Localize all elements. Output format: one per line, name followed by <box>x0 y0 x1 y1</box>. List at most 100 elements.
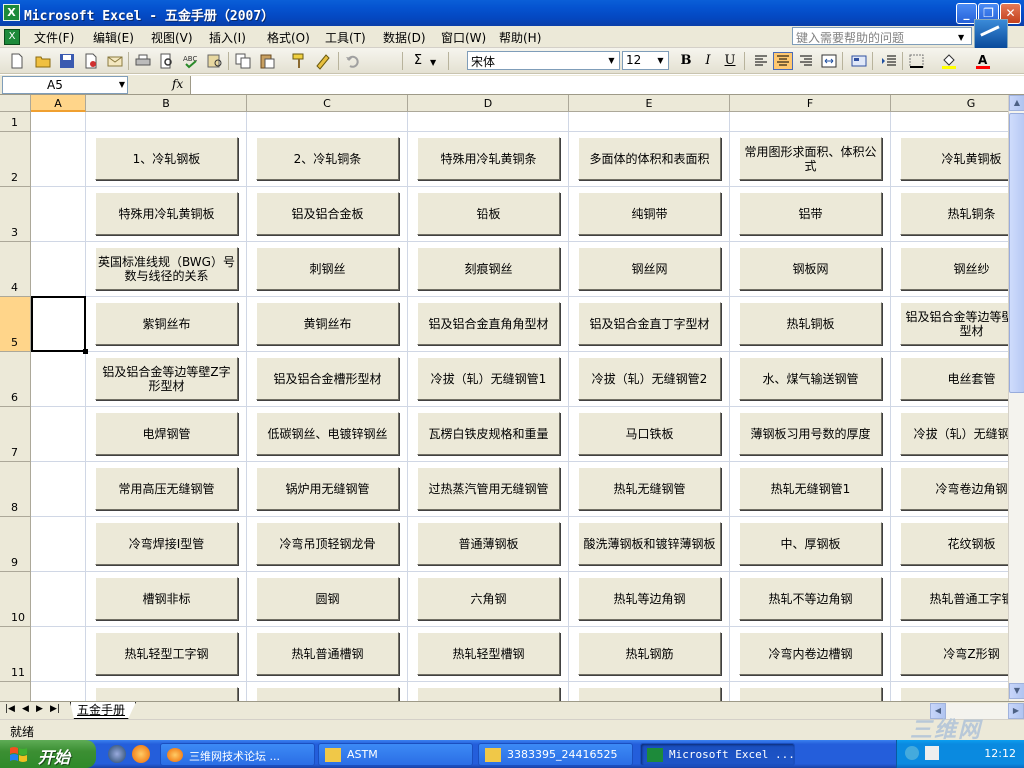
sheet-button[interactable]: 锅炉用无缝钢管 <box>256 467 399 510</box>
sheet-button-partial[interactable] <box>256 687 399 701</box>
sheet-button[interactable]: 热轧普通槽钢 <box>256 632 399 675</box>
formula-input[interactable] <box>190 76 1024 94</box>
row-header-9[interactable]: 9 <box>0 517 31 572</box>
column-header-e[interactable]: E <box>569 95 730 112</box>
menu-data[interactable]: 数据(D) <box>383 29 426 46</box>
sheet-button[interactable]: 圆钢 <box>256 577 399 620</box>
column-header-g[interactable]: G <box>891 95 1008 112</box>
font-name-combo[interactable]: 宋体 ▼ <box>467 51 620 70</box>
sheet-button[interactable]: 冷弯卷边角钢 <box>900 467 1008 510</box>
copy-icon[interactable] <box>234 52 252 70</box>
sheet-button[interactable]: 2、冷轧铜条 <box>256 137 399 180</box>
sheet-button[interactable]: 马口铁板 <box>578 412 721 455</box>
task-forum-browser[interactable]: 三维网技术论坛 ... <box>160 743 315 766</box>
autosum-dropdown-icon[interactable]: ▼ <box>430 58 436 67</box>
sheet-button[interactable]: 电焊钢管 <box>95 412 238 455</box>
sheet-button[interactable]: 冷拔（轧）无缝钢管3 <box>900 412 1008 455</box>
undo-icon[interactable] <box>344 52 362 70</box>
sheet-button[interactable]: 冷弯焊接I型管 <box>95 522 238 565</box>
sheet-button[interactable]: 冷拔（轧）无缝钢管2 <box>578 357 721 400</box>
sheet-button[interactable]: 钢丝纱 <box>900 247 1008 290</box>
column-header-f[interactable]: F <box>730 95 891 112</box>
menu-view[interactable]: 视图(V) <box>151 29 193 46</box>
menu-tools[interactable]: 工具(T) <box>325 29 366 46</box>
sheet-button[interactable]: 热轧无缝钢管 <box>578 467 721 510</box>
sheet-button[interactable]: 热轧轻型工字钢 <box>95 632 238 675</box>
row-header-7[interactable]: 7 <box>0 407 31 462</box>
column-header-c[interactable]: C <box>247 95 408 112</box>
menu-insert[interactable]: 插入(I) <box>209 29 246 46</box>
borders-icon[interactable] <box>908 52 926 70</box>
scroll-down-icon[interactable]: ▼ <box>1009 683 1024 699</box>
sheet-button[interactable]: 花纹钢板 <box>900 522 1008 565</box>
sheet-tab-active[interactable]: 五金手册 <box>70 702 137 719</box>
prev-sheet-icon[interactable]: ◀ <box>22 704 29 714</box>
open-icon[interactable] <box>34 52 52 70</box>
workbook-control-icon[interactable]: X <box>4 29 20 45</box>
align-left-icon[interactable] <box>752 52 770 70</box>
merge-center-icon[interactable] <box>820 52 838 70</box>
task-excel[interactable]: Microsoft Excel ... <box>640 743 795 766</box>
sheet-button[interactable]: 低碳钢丝、电镀锌钢丝 <box>256 412 399 455</box>
clear-format-icon[interactable] <box>314 52 332 70</box>
menu-file[interactable]: 文件(F) <box>34 29 74 46</box>
sheet-button[interactable]: 普通薄钢板 <box>417 522 560 565</box>
sheet-button[interactable]: 特殊用冷轧黄铜板 <box>95 192 238 235</box>
task-download-folder[interactable]: 3383395_24416525 <box>478 743 633 766</box>
chevron-down-icon[interactable]: ▼ <box>654 53 667 68</box>
sheet-button[interactable]: 酸洗薄钢板和镀锌薄钢板 <box>578 522 721 565</box>
sheet-button[interactable]: 薄钢板习用号数的厚度 <box>739 412 882 455</box>
email-icon[interactable] <box>106 52 124 70</box>
sheet-button[interactable]: 常用图形求面积、体积公式 <box>739 137 882 180</box>
print-icon[interactable] <box>134 52 152 70</box>
sheet-button[interactable]: 冷弯吊顶轻钢龙骨 <box>256 522 399 565</box>
row-header-8[interactable]: 8 <box>0 462 31 517</box>
worksheet-grid[interactable]: ABCDEFG 1 2 3 4 5 6 7 8 9 10 11 1、冷轧钢板 2、冷轧铜条 特殊用冷轧黄… <box>0 95 1008 701</box>
sheet-button[interactable]: 冷弯Z形钢 <box>900 632 1008 675</box>
align-center-icon[interactable] <box>773 52 793 70</box>
sheet-button[interactable]: 铝及铝合金直丁字型材 <box>578 302 721 345</box>
sheet-button-partial[interactable] <box>417 687 560 701</box>
help-dropdown-icon[interactable]: ▼ <box>958 33 964 42</box>
sheet-button[interactable]: 热轧等边角钢 <box>578 577 721 620</box>
column-header-d[interactable]: D <box>408 95 569 112</box>
spelling-icon[interactable]: ABC <box>182 52 200 70</box>
sheet-button[interactable]: 冷轧黄铜板 <box>900 137 1008 180</box>
row-header-3[interactable]: 3 <box>0 187 31 242</box>
sheet-button-partial[interactable] <box>578 687 721 701</box>
menu-help[interactable]: 帮助(H) <box>499 29 541 46</box>
sheet-button[interactable]: 热轧普通工字钢 <box>900 577 1008 620</box>
sheet-button[interactable]: 铝及铝合金板 <box>256 192 399 235</box>
sheet-button[interactable]: 水、煤气输送钢管 <box>739 357 882 400</box>
sheet-button[interactable]: 钢板网 <box>739 247 882 290</box>
help-tray-icon[interactable] <box>905 746 919 760</box>
network-tray-icon[interactable] <box>925 746 939 760</box>
font-size-combo[interactable]: 12 ▼ <box>622 51 669 70</box>
sheet-button[interactable]: 常用高压无缝钢管 <box>95 467 238 510</box>
column-header-a[interactable]: A <box>31 95 86 112</box>
print-preview-icon[interactable] <box>158 52 176 70</box>
sheet-button[interactable]: 铝及铝合金等边等壁Z字形型材 <box>95 357 238 400</box>
permission-icon[interactable] <box>82 52 100 70</box>
sheet-button[interactable]: 热轧铜板 <box>739 302 882 345</box>
sheet-button[interactable]: 电丝套管 <box>900 357 1008 400</box>
menu-edit[interactable]: 编辑(E) <box>93 29 134 46</box>
vertical-scroll-thumb[interactable] <box>1009 113 1024 393</box>
sheet-button-partial[interactable] <box>900 687 1008 701</box>
sheet-button[interactable]: 中、厚钢板 <box>739 522 882 565</box>
help-search-input[interactable]: 键入需要帮助的问题 <box>792 27 972 45</box>
research-icon[interactable] <box>206 52 224 70</box>
row-header-5[interactable]: 5 <box>0 297 31 352</box>
next-sheet-icon[interactable]: ▶ <box>36 704 43 714</box>
sheet-button[interactable]: 1、冷轧钢板 <box>95 137 238 180</box>
sheet-button[interactable]: 多面体的体积和表面积 <box>578 137 721 180</box>
sheet-button[interactable]: 钢丝网 <box>578 247 721 290</box>
format-painter-icon[interactable] <box>290 52 308 70</box>
row-header-partial[interactable] <box>0 682 31 701</box>
sheet-button[interactable]: 铅板 <box>417 192 560 235</box>
last-sheet-icon[interactable]: ▶| <box>50 704 60 714</box>
name-box[interactable]: A5 ▼ <box>2 76 128 94</box>
sheet-button-partial[interactable] <box>95 687 238 701</box>
sheet-button[interactable]: 槽钢非标 <box>95 577 238 620</box>
save-icon[interactable] <box>58 52 76 70</box>
